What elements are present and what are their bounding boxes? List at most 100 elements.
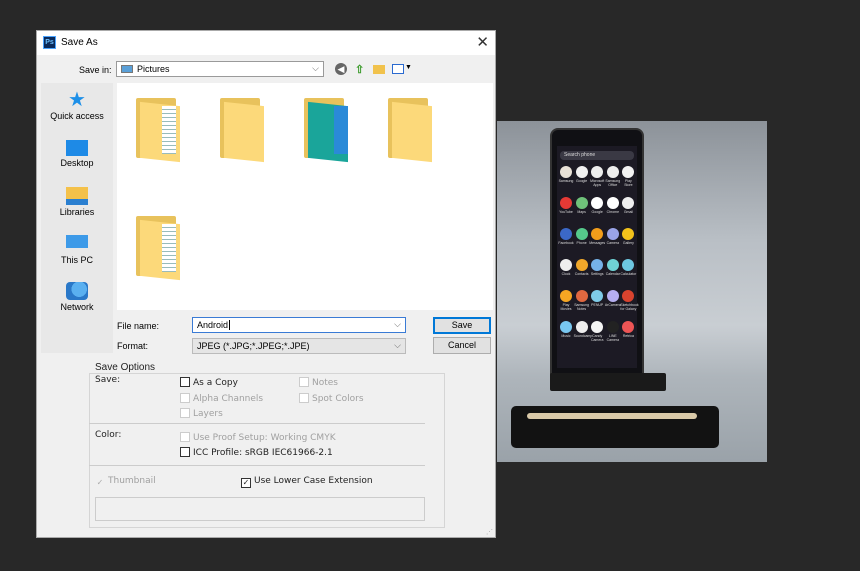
app-label: ArCamera: [604, 303, 621, 307]
checkbox-label: Alpha Channels: [193, 394, 264, 404]
layers-checkbox: Layers: [180, 408, 223, 419]
checkbox-label: Notes: [312, 378, 338, 388]
new-folder-icon[interactable]: [373, 65, 385, 74]
app-label: Clock: [561, 272, 571, 276]
star-icon: ★: [68, 89, 86, 111]
up-folder-icon[interactable]: ⇧: [355, 63, 364, 76]
chevron-down-icon: ⌵: [394, 340, 401, 350]
app-label: Microsoft Apps: [590, 179, 605, 187]
app-label: Calculator: [620, 272, 637, 276]
app-icon: YouTube: [558, 197, 574, 214]
app-label: Maps: [577, 210, 586, 214]
color-label: Color:: [95, 430, 122, 440]
folder-item[interactable]: [136, 96, 184, 163]
save-in-label: Save in:: [79, 65, 112, 75]
document-preview: [162, 106, 176, 154]
app-label: Retrica: [622, 334, 634, 338]
back-icon[interactable]: ◀: [335, 63, 347, 75]
file-name-input[interactable]: Android ⌵: [192, 317, 406, 333]
checkbox[interactable]: [180, 447, 190, 457]
computer-icon: [66, 235, 88, 248]
resize-grip-icon[interactable]: ⋰: [486, 528, 493, 536]
check-icon[interactable]: ✓: [241, 478, 251, 488]
folder-item[interactable]: [136, 214, 184, 281]
app-label: Samsung Notes: [574, 303, 589, 311]
chevron-down-icon[interactable]: ⌵: [394, 319, 401, 329]
view-menu-icon[interactable]: [392, 64, 404, 74]
text-cursor: [229, 320, 231, 330]
app-icon: Chrome: [605, 197, 621, 214]
app-icon: Retrica: [620, 321, 636, 338]
app-icon: Contacts: [574, 259, 590, 276]
close-icon[interactable]: ✕: [476, 33, 489, 51]
check-icon: ✓: [96, 478, 104, 487]
app-label: Chrome: [606, 210, 620, 214]
phone-search-bar: Search phone: [560, 151, 634, 160]
save-button[interactable]: Save: [433, 317, 491, 334]
checkbox: [299, 393, 309, 403]
checkbox: [180, 408, 190, 418]
app-label: Camera: [606, 241, 620, 245]
save-options-title: Save Options: [93, 362, 158, 373]
sidebar-item-libraries[interactable]: Libraries: [41, 187, 113, 217]
desktop-icon: [66, 140, 88, 156]
format-dropdown[interactable]: JPEG (*.JPG;*.JPEG;*.JPE) ⌵: [192, 338, 406, 354]
app-label: LINE Camera: [606, 334, 620, 342]
app-label: Gmail: [623, 210, 633, 214]
pen-case-image: [511, 406, 719, 448]
format-label: Format:: [117, 341, 149, 351]
sidebar-label: This PC: [60, 255, 93, 265]
app-icon: Sketchbook for Galaxy: [620, 290, 639, 311]
file-list[interactable]: [117, 83, 493, 310]
title-bar[interactable]: Ps Save As ✕: [37, 31, 495, 55]
cancel-button[interactable]: Cancel: [433, 337, 491, 354]
app-icon: PENUP: [589, 290, 605, 307]
app-label: YouTube: [559, 210, 573, 214]
folder-item[interactable]: [388, 96, 436, 163]
app-icon: Calendar: [605, 259, 621, 276]
lower-case-extension-checkbox[interactable]: ✓ Use Lower Case Extension: [241, 476, 373, 488]
view-menu-arrow-icon[interactable]: ▼: [405, 64, 412, 71]
checkbox: [180, 393, 190, 403]
app-label: PENUP: [591, 303, 604, 307]
document-preview: [162, 224, 176, 272]
network-icon: [66, 282, 88, 300]
sidebar-item-quick-access[interactable]: ★ Quick access: [41, 89, 113, 121]
notes-checkbox: Notes: [299, 377, 338, 388]
app-icon: ArCamera: [605, 290, 621, 307]
places-sidebar: ★ Quick access Desktop Libraries This PC…: [41, 83, 113, 353]
save-as-dialog: Ps Save As ✕ Save in: Pictures ⌵ ◀ ⇧ ▼ ★…: [36, 30, 496, 538]
format-value: JPEG (*.JPG;*.JPEG;*.JPE): [197, 341, 310, 351]
file-name-value: Android: [197, 320, 229, 330]
app-label: Play Movies: [560, 303, 572, 311]
phone-screen: Search phone Samsung Google Microsoft Apps…: [557, 146, 639, 368]
sidebar-label: Network: [60, 302, 94, 312]
app-icon: Phone: [574, 228, 590, 245]
app-icon: Play Store: [620, 166, 636, 187]
sidebar-item-this-pc[interactable]: This PC: [41, 235, 113, 265]
as-a-copy-checkbox[interactable]: As a Copy: [180, 377, 238, 388]
checkbox-label: ICC Profile: sRGB IEC61966-2.1: [193, 448, 333, 458]
thumbnail-checkbox: ✓ Thumbnail: [95, 476, 156, 489]
pictures-folder-icon: [121, 65, 133, 73]
folder-item[interactable]: [220, 96, 268, 163]
save-in-value: Pictures: [137, 64, 170, 74]
icc-profile-checkbox[interactable]: ICC Profile: sRGB IEC61966-2.1: [180, 447, 333, 458]
save-in-dropdown[interactable]: Pictures ⌵: [116, 61, 324, 77]
checkbox-label: Use Proof Setup: Working CMYK: [193, 433, 336, 443]
app-label: Samsung: [558, 179, 574, 183]
app-icon: Messages: [589, 228, 605, 245]
sidebar-item-network[interactable]: Network: [41, 282, 113, 312]
checkbox-label: Use Lower Case Extension: [254, 476, 373, 486]
phone-dock-image: [550, 373, 666, 391]
sidebar-item-desktop[interactable]: Desktop: [41, 140, 113, 168]
app-label: Settings: [590, 272, 604, 276]
sidebar-label: Desktop: [60, 158, 94, 168]
app-icon: Microsoft Apps: [589, 166, 605, 187]
stylus-image: [527, 413, 697, 419]
chevron-down-icon: ⌵: [312, 63, 319, 73]
folder-item[interactable]: [304, 96, 352, 163]
sidebar-label: Quick access: [50, 111, 104, 121]
app-label: Facebook: [558, 241, 574, 245]
checkbox[interactable]: [180, 377, 190, 387]
